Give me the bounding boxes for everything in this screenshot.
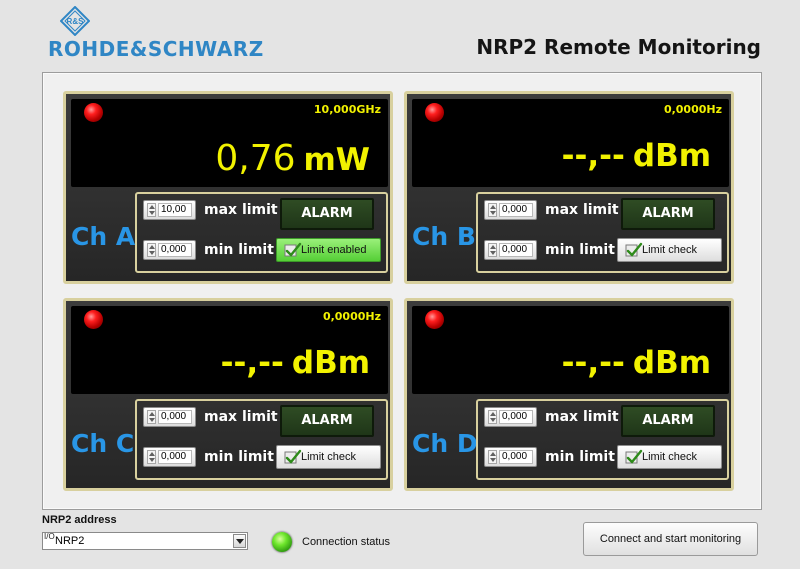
checkmark-icon [625, 242, 643, 257]
measurement-readout: 0,76 mW [215, 141, 370, 177]
nrp2-address-label: NRP2 address [42, 514, 117, 526]
channel-label: Ch D [412, 429, 478, 458]
up-down-arrows-icon[interactable] [147, 410, 156, 424]
measurement-unit: dBm [632, 345, 711, 381]
max-limit-stepper[interactable]: 10,00 [143, 200, 196, 220]
min-limit-input[interactable]: 0,000 [158, 450, 192, 464]
measurement-readout: --,-- dBm [562, 348, 711, 379]
min-limit-stepper[interactable]: 0,000 [143, 240, 196, 260]
channel-label: Ch A [71, 222, 136, 251]
max-limit-input[interactable]: 0,000 [158, 410, 192, 424]
channels-panel: 10,000GHz 0,76 mW Ch A 10,00 max limit 0,… [42, 72, 762, 510]
channel-b-display: 0,0000Hz --,-- dBm [412, 99, 729, 187]
nrp2-address-select[interactable]: I/O NRP2 [42, 532, 248, 550]
up-down-arrows-icon[interactable] [488, 410, 497, 424]
limit-check-label: Limit check [642, 451, 698, 463]
up-down-arrows-icon[interactable] [147, 450, 156, 464]
brand-logo: R&S ROHDE&SCHWARZ [48, 6, 348, 64]
max-limit-label: max limit [545, 202, 619, 218]
measurement-readout: --,-- dBm [221, 348, 370, 379]
alarm-indicator: ALARM [280, 405, 374, 437]
svg-text:R&S: R&S [67, 17, 85, 26]
checkmark-icon [625, 449, 643, 464]
min-limit-label: min limit [545, 449, 615, 465]
measurement-unit: mW [303, 142, 371, 178]
channel-b-panel: 0,0000Hz --,-- dBm Ch B 0,000 max limit 0… [404, 91, 734, 284]
channel-a-display: 10,000GHz 0,76 mW [71, 99, 388, 187]
min-limit-stepper[interactable]: 0,000 [143, 447, 196, 467]
max-limit-stepper[interactable]: 0,000 [143, 407, 196, 427]
frequency-readout: 0,0000Hz [322, 310, 381, 323]
alarm-indicator: ALARM [280, 198, 374, 230]
alarm-indicator: ALARM [621, 198, 715, 230]
frequency-readout: 0,0000Hz [663, 103, 722, 116]
limit-check-button[interactable]: Limit enabled [276, 238, 381, 262]
max-limit-stepper[interactable]: 0,000 [484, 200, 537, 220]
max-limit-label: max limit [204, 409, 278, 425]
min-limit-input[interactable]: 0,000 [499, 450, 533, 464]
channel-c-display: 0,0000Hz --,-- dBm [71, 306, 388, 394]
channel-label: Ch B [412, 222, 476, 251]
max-limit-stepper[interactable]: 0,000 [484, 407, 537, 427]
logo-text: ROHDE&SCHWARZ [48, 37, 264, 61]
up-down-arrows-icon[interactable] [147, 203, 156, 217]
max-limit-label: max limit [545, 409, 619, 425]
measurement-value: --,-- [561, 345, 625, 381]
connection-status-label: Connection status [302, 536, 391, 548]
connect-start-button[interactable]: Connect and start monitoring [583, 522, 758, 556]
up-down-arrows-icon[interactable] [488, 243, 497, 257]
limit-check-button[interactable]: Limit check [617, 445, 722, 469]
measurement-unit: dBm [291, 345, 370, 381]
checkmark-icon [284, 242, 302, 257]
min-limit-stepper[interactable]: 0,000 [484, 240, 537, 260]
channel-label: Ch C [71, 429, 135, 458]
max-limit-input[interactable]: 10,00 [158, 203, 192, 217]
nrp2-address-value[interactable]: NRP2 [55, 535, 84, 547]
min-limit-label: min limit [545, 242, 615, 258]
channel-d-display: --,-- dBm [412, 306, 729, 394]
measurement-value: --,-- [220, 345, 284, 381]
alarm-led-icon [425, 103, 444, 122]
chevron-down-icon[interactable] [233, 534, 246, 548]
min-limit-label: min limit [204, 242, 274, 258]
channel-c-panel: 0,0000Hz --,-- dBm Ch C 0,000 max limit 0… [63, 298, 393, 491]
measurement-unit: dBm [632, 138, 711, 174]
limit-check-label: Limit check [301, 451, 357, 463]
measurement-value: --,-- [561, 138, 625, 174]
alarm-led-icon [84, 310, 103, 329]
max-limit-input[interactable]: 0,000 [499, 203, 533, 217]
limit-check-button[interactable]: Limit check [276, 445, 381, 469]
min-limit-stepper[interactable]: 0,000 [484, 447, 537, 467]
page-title: NRP2 Remote Monitoring [476, 35, 761, 59]
frequency-readout: 10,000GHz [313, 103, 381, 116]
min-limit-input[interactable]: 0,000 [499, 243, 533, 257]
up-down-arrows-icon[interactable] [488, 203, 497, 217]
limit-controls: 0,000 max limit 0,000 min limit ALARM Li… [476, 399, 729, 480]
alarm-indicator: ALARM [621, 405, 715, 437]
limit-check-label: Limit check [642, 244, 698, 256]
rohde-schwarz-emblem-icon: R&S [60, 6, 90, 36]
up-down-arrows-icon[interactable] [488, 450, 497, 464]
limit-check-button[interactable]: Limit check [617, 238, 722, 262]
limit-check-label: Limit enabled [301, 244, 367, 256]
measurement-readout: --,-- dBm [562, 141, 711, 172]
io-resource-icon: I/O [44, 532, 55, 541]
alarm-led-icon [84, 103, 103, 122]
channel-a-panel: 10,000GHz 0,76 mW Ch A 10,00 max limit 0,… [63, 91, 393, 284]
limit-controls: 0,000 max limit 0,000 min limit ALARM Li… [476, 192, 729, 273]
limit-controls: 0,000 max limit 0,000 min limit ALARM Li… [135, 399, 388, 480]
max-limit-label: max limit [204, 202, 278, 218]
measurement-value: 0,76 [215, 138, 296, 179]
alarm-led-icon [425, 310, 444, 329]
up-down-arrows-icon[interactable] [147, 243, 156, 257]
channel-d-panel: --,-- dBm Ch D 0,000 max limit 0,000 min … [404, 298, 734, 491]
min-limit-label: min limit [204, 449, 274, 465]
min-limit-input[interactable]: 0,000 [158, 243, 192, 257]
limit-controls: 10,00 max limit 0,000 min limit ALARM Li… [135, 192, 388, 273]
max-limit-input[interactable]: 0,000 [499, 410, 533, 424]
connection-status-led-icon [272, 532, 292, 552]
checkmark-icon [284, 449, 302, 464]
